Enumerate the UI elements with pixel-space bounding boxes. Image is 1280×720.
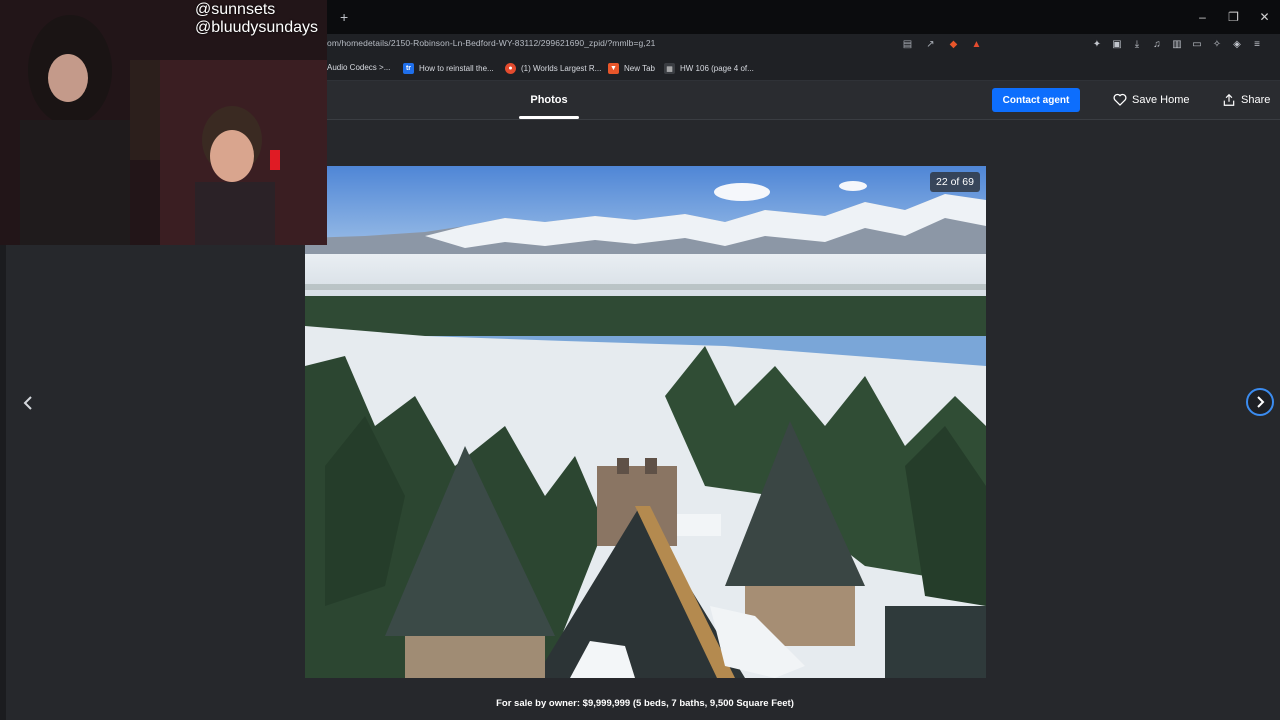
- left-edge-strip: [0, 245, 6, 720]
- listing-photo[interactable]: [305, 166, 986, 678]
- download-icon[interactable]: ⤓: [1130, 36, 1144, 52]
- handle-sunnsets: @sunnsets: [195, 1, 276, 18]
- screen: { "browser": { "new_tab_symbol": "+", "w…: [0, 0, 1280, 720]
- previous-photo-button[interactable]: [16, 391, 40, 415]
- address-bar-actions: ▤ ↗ ◆ ▲: [900, 36, 984, 52]
- bookmark-label: How to reinstall the...: [419, 64, 494, 73]
- bookmark-label: (1) Worlds Largest R...: [521, 64, 602, 73]
- photo-caption: For sale by owner: $9,999,999 (5 beds, 7…: [496, 698, 794, 709]
- heart-icon: [1113, 93, 1127, 106]
- handle-bluudysundays: @bluudysundays: [195, 19, 318, 36]
- bookmark-item[interactable]: ▼ New Tab: [608, 63, 655, 74]
- bookmark-item[interactable]: ▦ HW 106 (page 4 of...: [664, 63, 754, 74]
- brave-rewards-icon[interactable]: ▲: [969, 36, 984, 52]
- restore-button[interactable]: ❐: [1218, 0, 1249, 34]
- media-icon[interactable]: ♫: [1150, 36, 1164, 52]
- window-controls: – ❐ ✕: [1187, 0, 1280, 34]
- next-photo-button[interactable]: [1246, 388, 1274, 416]
- close-window-button[interactable]: ✕: [1249, 0, 1280, 34]
- overlay-handles: @sunnsets @bluudysundays: [195, 1, 318, 37]
- chevron-right-icon: [1257, 396, 1265, 408]
- new-tab-button[interactable]: +: [340, 10, 348, 24]
- minimize-button[interactable]: –: [1187, 0, 1218, 34]
- bookmark-item[interactable]: tr How to reinstall the...: [403, 63, 494, 74]
- wallet-icon[interactable]: ▭: [1190, 36, 1204, 52]
- active-tab-indicator: [519, 116, 579, 119]
- menu-icon[interactable]: ≡: [1250, 36, 1264, 52]
- photo-counter-badge: 22 of 69: [930, 172, 980, 192]
- bookmark-label: New Tab: [624, 64, 655, 73]
- save-home-label: Save Home: [1132, 93, 1190, 106]
- tr-logo-icon: tr: [403, 63, 414, 74]
- webcam-overlay: @sunnsets @bluudysundays: [0, 0, 327, 245]
- tab-photos[interactable]: Photos: [519, 81, 579, 119]
- address-bar[interactable]: om/homedetails/2150-Robinson-Ln-Bedford-…: [327, 38, 655, 48]
- save-home-button[interactable]: Save Home: [1113, 93, 1189, 106]
- share-page-icon[interactable]: ↗: [923, 36, 938, 52]
- reader-mode-icon[interactable]: ▤: [900, 36, 915, 52]
- bookmark-label: HW 106 (page 4 of...: [680, 64, 754, 73]
- share-label: Share: [1241, 94, 1271, 106]
- brave-icon: ▼: [608, 63, 619, 74]
- screenshot-icon[interactable]: ▣: [1110, 36, 1124, 52]
- sidebar-icon[interactable]: ▥: [1170, 36, 1184, 52]
- chevron-left-icon: [23, 396, 32, 410]
- leo-ai-icon[interactable]: ✧: [1210, 36, 1224, 52]
- bookmark-item[interactable]: ● (1) Worlds Largest R...: [505, 63, 601, 74]
- share-icon: [1223, 93, 1235, 106]
- bookmark-item[interactable]: Audio Codecs >...: [327, 63, 390, 72]
- page-icon: ▦: [664, 63, 675, 74]
- extensions-icon[interactable]: ✦: [1090, 36, 1104, 52]
- brave-shields-icon[interactable]: ◆: [946, 36, 961, 52]
- extension-icons: ✦ ▣ ⤓ ♫ ▥ ▭ ✧ ◈ ≡: [1090, 36, 1264, 52]
- mountain-property-photo: [305, 166, 986, 678]
- bookmark-label: Audio Codecs >...: [327, 63, 391, 72]
- share-button[interactable]: Share: [1222, 93, 1270, 107]
- vpn-icon[interactable]: ◈: [1230, 36, 1244, 52]
- reddit-icon: ●: [505, 63, 516, 74]
- contact-agent-button[interactable]: Contact agent: [992, 88, 1080, 112]
